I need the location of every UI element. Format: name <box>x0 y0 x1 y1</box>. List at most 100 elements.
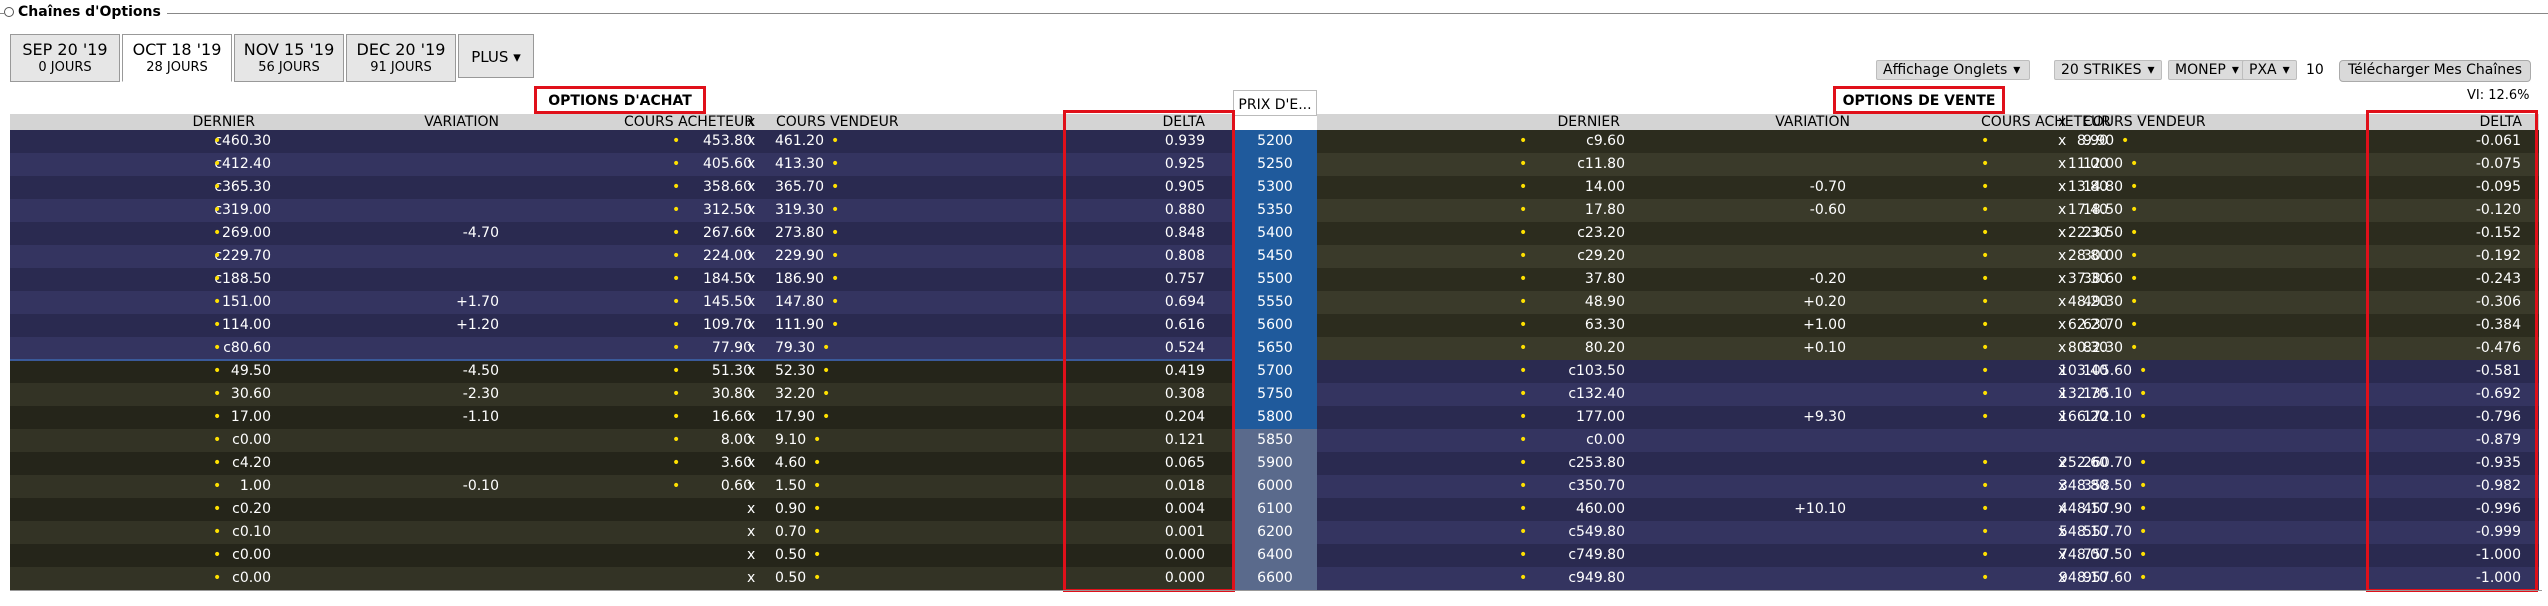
put-ask-cell[interactable]: 260.70 <box>2083 452 2132 475</box>
call-change-cell[interactable]: -2.30 <box>463 383 499 406</box>
put-row[interactable]: c549.80 548.10 557.70 -0.999 • • • x <box>1317 521 2539 544</box>
strike-cell[interactable]: 6600 <box>1233 567 1317 590</box>
call-row[interactable]: 49.50 -4.50 51.30 52.30 0.419 • • • x <box>10 360 1233 383</box>
call-ask-cell[interactable]: 111.90 <box>775 314 824 337</box>
call-bid-cell[interactable]: 453.80 <box>703 130 752 153</box>
call-last-cell[interactable]: c365.30 <box>214 176 271 199</box>
put-last-cell[interactable]: 14.00 <box>1585 176 1625 199</box>
put-ask-cell[interactable]: 957.60 <box>2083 567 2132 590</box>
put-ask-cell[interactable]: 457.90 <box>2083 498 2132 521</box>
put-ask-cell[interactable]: 38.60 <box>2083 268 2123 291</box>
call-change-cell[interactable]: -1.10 <box>463 406 499 429</box>
call-change-cell[interactable]: +1.20 <box>456 314 499 337</box>
strike-cell[interactable]: 5750 <box>1233 383 1317 406</box>
strike-cell[interactable]: 5600 <box>1233 314 1317 337</box>
call-row[interactable]: c365.30 358.60 365.70 0.905 • • • x <box>10 176 1233 199</box>
call-last-cell[interactable]: c0.10 <box>232 521 271 544</box>
put-change-cell[interactable]: +10.10 <box>1794 498 1846 521</box>
strike-cell[interactable]: 5500 <box>1233 268 1317 291</box>
strikes-select[interactable]: 20 STRIKES ▾ <box>2054 60 2162 80</box>
pxa-select[interactable]: PXA ▾ <box>2242 60 2297 80</box>
put-row[interactable]: c132.40 132.70 135.10 -0.692 • • • x <box>1317 383 2539 406</box>
put-last-cell[interactable]: c0.00 <box>1586 429 1625 452</box>
call-last-cell[interactable]: 151.00 <box>222 291 271 314</box>
download-chains-button[interactable]: Télécharger Mes Chaînes <box>2339 60 2531 82</box>
call-ask-cell[interactable]: 0.90 <box>775 498 806 521</box>
strike-cell[interactable]: 5550 <box>1233 291 1317 314</box>
call-bid-cell[interactable]: 405.60 <box>703 153 752 176</box>
collapse-icon[interactable] <box>4 7 14 17</box>
call-ask-cell[interactable]: 1.50 <box>775 475 806 498</box>
put-row[interactable]: 63.30 +1.00 62.20 63.70 -0.384 • • • x <box>1317 314 2539 337</box>
put-ask-cell[interactable]: 172.10 <box>2083 406 2132 429</box>
call-row[interactable]: 114.00 +1.20 109.70 111.90 0.616 • • • x <box>10 314 1233 337</box>
call-last-cell[interactable]: c0.20 <box>232 498 271 521</box>
put-ask-cell[interactable]: 23.50 <box>2083 222 2123 245</box>
call-last-cell[interactable]: c4.20 <box>232 452 271 475</box>
display-mode-select[interactable]: Affichage Onglets ▾ <box>1876 60 2030 80</box>
call-row[interactable]: 30.60 -2.30 30.80 32.20 0.308 • • • x <box>10 383 1233 406</box>
call-row[interactable]: c229.70 224.00 229.90 0.808 • • • x <box>10 245 1233 268</box>
tab-sep-20[interactable]: SEP 20 '19 0 JOURS <box>10 34 120 82</box>
plus-menu-button[interactable]: PLUS ▾ <box>458 34 534 78</box>
put-last-cell[interactable]: c749.80 <box>1568 544 1625 567</box>
call-last-cell[interactable]: c460.30 <box>214 130 271 153</box>
call-bid-cell[interactable]: 267.60 <box>703 222 752 245</box>
call-bid-cell[interactable]: 109.70 <box>703 314 752 337</box>
calls-header-bid[interactable]: COURS ACHETEUR <box>624 114 754 130</box>
put-ask-cell[interactable]: 757.50 <box>2083 544 2132 567</box>
call-ask-cell[interactable]: 17.90 <box>775 406 815 429</box>
put-ask-cell[interactable]: 82.30 <box>2083 337 2123 360</box>
call-ask-cell[interactable]: 52.30 <box>775 360 815 383</box>
call-ask-cell[interactable]: 32.20 <box>775 383 815 406</box>
call-row[interactable]: 269.00 -4.70 267.60 273.80 0.848 • • • x <box>10 222 1233 245</box>
put-row[interactable]: c29.20 28.80 30.00 -0.192 • • • x <box>1317 245 2539 268</box>
put-row[interactable]: 177.00 +9.30 166.20 172.10 -0.796 • • • x <box>1317 406 2539 429</box>
call-bid-cell[interactable]: 145.50 <box>703 291 752 314</box>
call-bid-cell[interactable]: 184.50 <box>703 268 752 291</box>
strike-cell[interactable]: 5700 <box>1233 360 1317 383</box>
put-change-cell[interactable]: -0.70 <box>1810 176 1846 199</box>
put-row[interactable]: c103.50 103.40 105.60 -0.581 • • • x <box>1317 360 2539 383</box>
call-ask-cell[interactable]: 0.70 <box>775 521 806 544</box>
call-last-cell[interactable]: c0.00 <box>232 567 271 590</box>
call-ask-cell[interactable]: 0.50 <box>775 567 806 590</box>
call-row[interactable]: c4.20 3.60 4.60 0.065 • • • x <box>10 452 1233 475</box>
put-row[interactable]: 37.80 -0.20 37.30 38.60 -0.243 • • • x <box>1317 268 2539 291</box>
call-bid-cell[interactable]: 16.60 <box>712 406 752 429</box>
call-ask-cell[interactable]: 273.80 <box>775 222 824 245</box>
put-row[interactable]: c0.00 -0.879 • <box>1317 429 2539 452</box>
put-row[interactable]: c350.70 348.80 358.50 -0.982 • • • x <box>1317 475 2539 498</box>
call-ask-cell[interactable]: 461.20 <box>775 130 824 153</box>
puts-header-change[interactable]: VARIATION <box>1775 114 1850 130</box>
exchange-select[interactable]: MONEP ▾ <box>2168 60 2246 80</box>
put-row[interactable]: c11.80 11.00 12.00 -0.075 • • • x <box>1317 153 2539 176</box>
strike-cell[interactable]: 6200 <box>1233 521 1317 544</box>
call-last-cell[interactable]: 1.00 <box>240 475 271 498</box>
call-row[interactable]: c412.40 405.60 413.30 0.925 • • • x <box>10 153 1233 176</box>
call-change-cell[interactable]: +1.70 <box>456 291 499 314</box>
call-ask-cell[interactable]: 147.80 <box>775 291 824 314</box>
put-ask-cell[interactable]: 9.90 <box>2083 130 2114 153</box>
put-row[interactable]: 80.20 +0.10 80.30 82.30 -0.476 • • • x <box>1317 337 2539 360</box>
strike-cell[interactable]: 5400 <box>1233 222 1317 245</box>
put-change-cell[interactable]: +9.30 <box>1803 406 1846 429</box>
put-last-cell[interactable]: 80.20 <box>1585 337 1625 360</box>
put-row[interactable]: 14.00 -0.70 13.80 14.80 -0.095 • • • x <box>1317 176 2539 199</box>
call-bid-cell[interactable]: 224.00 <box>703 245 752 268</box>
put-last-cell[interactable]: 63.30 <box>1585 314 1625 337</box>
put-last-cell[interactable]: c549.80 <box>1568 521 1625 544</box>
strike-cell[interactable]: 5450 <box>1233 245 1317 268</box>
put-last-cell[interactable]: 37.80 <box>1585 268 1625 291</box>
strike-cell[interactable]: 5300 <box>1233 176 1317 199</box>
put-row[interactable]: c23.20 22.30 23.50 -0.152 • • • x <box>1317 222 2539 245</box>
put-last-cell[interactable]: c253.80 <box>1568 452 1625 475</box>
call-last-cell[interactable]: 49.50 <box>231 360 271 383</box>
calls-header-change[interactable]: VARIATION <box>424 114 499 130</box>
tab-oct-18[interactable]: OCT 18 '19 28 JOURS <box>122 34 232 82</box>
call-ask-cell[interactable]: 186.90 <box>775 268 824 291</box>
put-last-cell[interactable]: c350.70 <box>1568 475 1625 498</box>
put-change-cell[interactable]: +1.00 <box>1803 314 1846 337</box>
put-last-cell[interactable]: c23.20 <box>1577 222 1625 245</box>
call-bid-cell[interactable]: 312.50 <box>703 199 752 222</box>
